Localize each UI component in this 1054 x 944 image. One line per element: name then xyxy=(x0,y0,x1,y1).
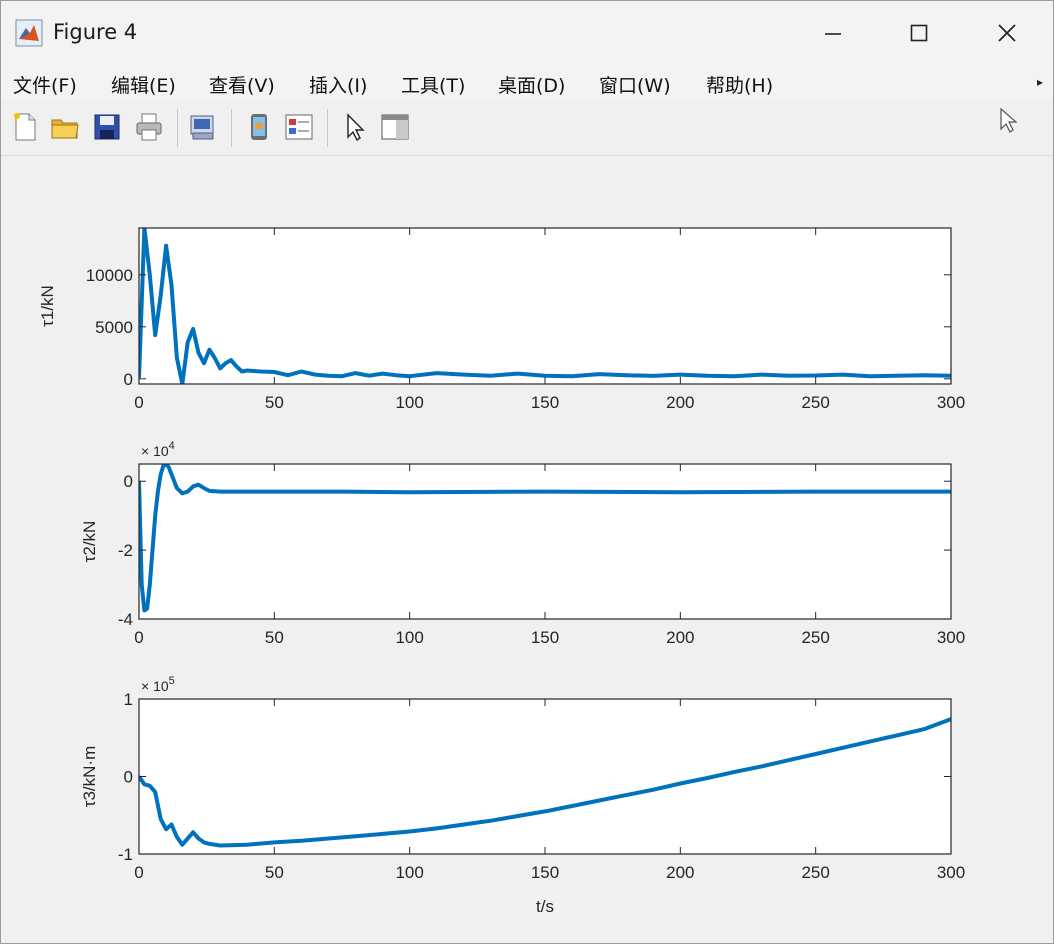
x-tick-label: 250 xyxy=(801,628,829,647)
save-icon[interactable] xyxy=(91,111,123,143)
plot-area: 0 50 100 150 200 250 3000500010000τ1/kN0 50 100 1… xyxy=(38,227,965,916)
y-axis-label: τ1/kN xyxy=(38,285,57,327)
menu-insert[interactable]: 插入(I) xyxy=(309,71,367,98)
minimize-button[interactable] xyxy=(805,11,861,55)
y-tick-label: 0 xyxy=(124,472,133,491)
x-tick-label: 200 xyxy=(666,863,694,882)
minimize-icon xyxy=(825,33,841,35)
x-tick-label: 50 xyxy=(265,863,284,882)
y-tick-label: 0 xyxy=(124,370,133,389)
x-tick-label: 250 xyxy=(801,863,829,882)
x-tick-label: 200 xyxy=(666,628,694,647)
maximize-button[interactable] xyxy=(891,11,947,55)
y-tick-label: 1 xyxy=(124,690,133,709)
x-axis-label: t/s xyxy=(536,897,554,916)
axes-background xyxy=(139,228,951,384)
y-tick-label: 0 xyxy=(124,768,133,787)
axes-background xyxy=(139,464,951,619)
print-icon[interactable] xyxy=(133,111,165,143)
menu-desktop[interactable]: 桌面(D) xyxy=(498,71,565,98)
x-tick-label: 100 xyxy=(395,863,423,882)
y-tick-label: 5000 xyxy=(95,318,133,337)
x-tick-label: 0 xyxy=(134,628,143,647)
toolbar xyxy=(1,101,1053,156)
x-tick-label: 150 xyxy=(531,863,559,882)
y-tick-label: 10000 xyxy=(86,266,133,285)
y-axis-label: τ2/kN xyxy=(80,521,99,563)
dock-icon[interactable] xyxy=(243,111,275,143)
x-tick-label: 50 xyxy=(265,393,284,412)
print-preview-icon[interactable] xyxy=(187,111,219,143)
menu-bar: 文件(F) 编辑(E) 查看(V) 插入(I) 工具(T) 桌面(D) 窗口(W… xyxy=(1,65,1053,101)
cursor-icon xyxy=(1000,107,1018,133)
y-tick-label: -1 xyxy=(118,845,133,864)
x-tick-label: 100 xyxy=(395,628,423,647)
subplot-1: 0 50 100 150 200 250 300 0 5000 10000 τ1/kN xyxy=(38,227,965,412)
property-inspector-icon[interactable] xyxy=(379,111,411,143)
figure-canvas: 0 50 100 150 200 250 300 0 5000 10000 τ1/kN 0 50 100 1… xyxy=(1,156,1053,943)
select-arrow-icon[interactable] xyxy=(339,111,371,143)
menu-help[interactable]: 帮助(H) xyxy=(706,71,773,98)
x-tick-label: 200 xyxy=(666,393,694,412)
subplot-2: 0 50 100 150 200 250 300 0 -2 -4 × 104 τ2/kN xyxy=(80,440,965,647)
new-figure-icon[interactable] xyxy=(9,111,41,143)
x-tick-label: 0 xyxy=(134,393,143,412)
toolbar-separator xyxy=(231,109,232,147)
x-tick-label: 0 xyxy=(134,863,143,882)
menu-file[interactable]: 文件(F) xyxy=(13,71,77,98)
title-bar: Figure 4 xyxy=(1,1,1053,65)
close-icon xyxy=(998,24,1016,42)
close-button[interactable] xyxy=(979,11,1035,55)
x-tick-label: 100 xyxy=(395,393,423,412)
x-tick-label: 50 xyxy=(265,628,284,647)
insert-legend-icon[interactable] xyxy=(283,111,315,143)
x-tick-label: 250 xyxy=(801,393,829,412)
open-folder-icon[interactable] xyxy=(49,111,81,143)
matlab-icon xyxy=(15,19,43,47)
menu-overflow-icon[interactable]: ▸ xyxy=(1037,75,1043,89)
x-tick-label: 300 xyxy=(937,863,965,882)
x-tick-label: 150 xyxy=(531,393,559,412)
toolbar-separator xyxy=(177,109,178,147)
y-axis-label: τ3/kN·m xyxy=(80,746,99,808)
menu-edit[interactable]: 编辑(E) xyxy=(111,71,176,98)
x-tick-label: 300 xyxy=(937,628,965,647)
toolbar-separator xyxy=(327,109,328,147)
subplot-3: 0 50 100 150 200 250 30010-1× 105τ3/kN·m xyxy=(80,675,965,882)
x-tick-label: 150 xyxy=(531,628,559,647)
menu-view[interactable]: 查看(V) xyxy=(209,71,275,98)
menu-tools[interactable]: 工具(T) xyxy=(401,71,465,98)
y-exponent-label: × 105 xyxy=(141,675,175,694)
x-tick-label: 300 xyxy=(937,393,965,412)
maximize-icon xyxy=(910,24,928,42)
y-tick-label: -4 xyxy=(118,610,133,629)
axes-background xyxy=(139,699,951,854)
y-exponent-label: × 104 xyxy=(141,440,175,459)
menu-window[interactable]: 窗口(W) xyxy=(599,71,671,98)
figure-window: Figure 4 文件(F) 编辑(E) 查看(V) 插入(I) 工具(T) 桌… xyxy=(0,0,1054,944)
y-tick-label: -2 xyxy=(118,541,133,560)
window-title: Figure 4 xyxy=(53,20,138,44)
